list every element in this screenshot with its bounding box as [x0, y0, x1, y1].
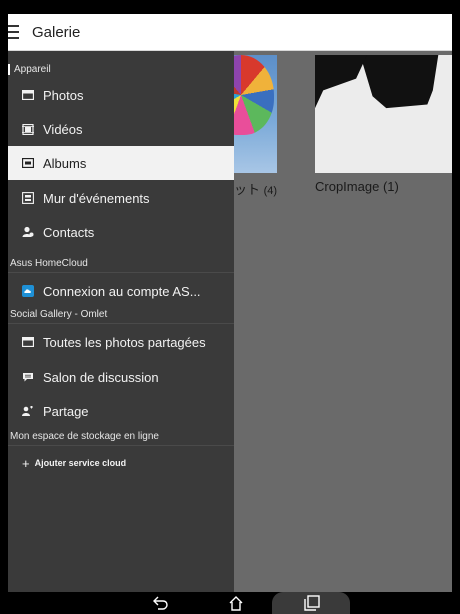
section-header-homecloud: Asus HomeCloud: [10, 258, 88, 269]
section-header-social-gallery: Social Gallery - Omlet: [10, 309, 108, 320]
shared-photos-icon: [22, 336, 34, 348]
recents-icon[interactable]: [302, 595, 322, 611]
add-cloud-service-label: Ajouter service cloud: [34, 458, 127, 468]
albums-grid: ット (4) CropImage (1): [234, 51, 452, 592]
hot-air-balloon-image: [234, 55, 274, 135]
drawer-item-label: Connexion au compte AS...: [43, 283, 201, 299]
album-thumbnail[interactable]: [234, 55, 277, 173]
drawer-item-label: Vidéos: [43, 121, 83, 137]
drawer-item-event-wall[interactable]: Mur d'événements: [8, 181, 234, 215]
contacts-icon: [22, 226, 34, 238]
album-count: (1): [382, 179, 399, 194]
system-navigation-bar: [0, 592, 460, 614]
drawer-item-label: Albums: [43, 155, 87, 171]
drawer-item-contacts[interactable]: Contacts: [8, 215, 234, 249]
photos-icon: [22, 89, 34, 101]
drawer-item-albums[interactable]: Albums: [8, 146, 234, 180]
divider: [8, 445, 234, 446]
drawer-item-label: Contacts: [43, 224, 95, 240]
home-icon[interactable]: [226, 595, 246, 611]
drawer-item-label: Toutes les photos partagées: [43, 334, 206, 350]
album-name: ット: [234, 182, 261, 197]
menu-icon[interactable]: [8, 23, 26, 41]
app-bar: Galerie: [8, 14, 452, 51]
drawer-item-label: Photos: [43, 87, 84, 103]
album-label[interactable]: ット (4): [234, 179, 277, 198]
drawer-item-videos[interactable]: Vidéos: [8, 112, 234, 146]
chat-icon: [22, 371, 34, 383]
right-bezel: [452, 14, 460, 592]
left-bezel: [0, 14, 8, 592]
drawer-item-label: Partage: [43, 403, 89, 419]
section-header-cloud-storage: Mon espace de stockage en ligne: [10, 431, 159, 442]
homecloud-icon: [22, 285, 34, 297]
screen: Galerie ット (4) CropImage (1) Appareil Ph…: [0, 0, 460, 614]
divider: [8, 323, 234, 324]
drawer-item-chat[interactable]: Salon de discussion: [8, 360, 234, 394]
album-thumbnail[interactable]: [315, 55, 452, 173]
event-wall-icon: [22, 192, 34, 204]
add-cloud-service-button[interactable]: + Ajouter service cloud: [8, 453, 234, 473]
album-label[interactable]: CropImage (1): [315, 179, 399, 194]
drawer-item-shared-photos[interactable]: Toutes les photos partagées: [8, 325, 234, 359]
drawer-item-share[interactable]: Partage: [8, 394, 234, 428]
album-name: CropImage: [315, 179, 380, 194]
app-title: Galerie: [32, 24, 81, 41]
section-header-device: Appareil: [8, 62, 234, 77]
drawer-item-label: Mur d'événements: [43, 190, 150, 206]
status-bar: [0, 0, 460, 14]
drawer-item-homecloud-login[interactable]: Connexion au compte AS...: [8, 274, 234, 308]
album-count: (4): [263, 185, 278, 197]
divider: [8, 272, 234, 273]
videos-icon: [22, 123, 34, 135]
drawer-item-label: Salon de discussion: [43, 369, 159, 385]
drawer-item-photos[interactable]: Photos: [8, 78, 234, 112]
back-icon[interactable]: [151, 595, 171, 611]
plus-icon: +: [22, 455, 30, 471]
navigation-drawer: Appareil Photos Vidéos Albums Mur d'évén…: [8, 51, 234, 592]
albums-icon: [22, 157, 34, 169]
share-icon: [22, 405, 34, 417]
